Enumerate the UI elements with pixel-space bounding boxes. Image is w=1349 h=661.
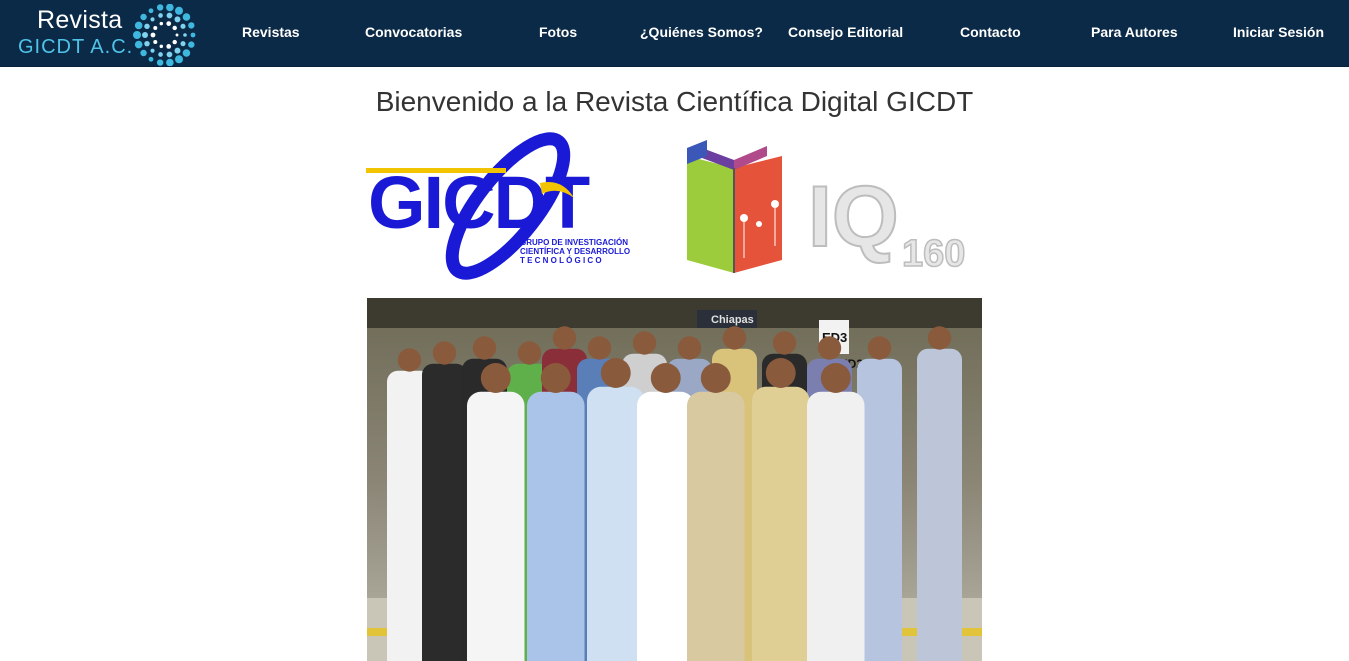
group-photo: Chiapas ED3 ED1 ED2 <box>367 298 982 661</box>
gicdt-logo-letters: GICDT <box>368 161 590 244</box>
iq160-logo: IQ 160 <box>807 168 966 276</box>
dotted-circle-logo-icon <box>133 4 196 66</box>
brand-line-1: Revista <box>37 6 123 34</box>
gicdt-tagline-2: CIENTÍFICA Y DESARROLLO <box>520 247 630 256</box>
nav-item-quienes-somos[interactable]: ¿Quiénes Somos? <box>640 24 763 40</box>
site-logo[interactable]: Revista GICDT A.C. <box>12 4 202 66</box>
gicdt-tagline-1: GRUPO DE INVESTIGACIÓN <box>520 238 628 247</box>
nav-item-consejo-editorial[interactable]: Consejo Editorial <box>788 24 903 40</box>
nav-item-convocatorias[interactable]: Convocatorias <box>365 24 462 40</box>
nav-item-para-autores[interactable]: Para Autores <box>1091 24 1178 40</box>
open-book-icon <box>687 140 782 273</box>
nav-item-contacto[interactable]: Contacto <box>960 24 1021 40</box>
nav-item-fotos[interactable]: Fotos <box>539 24 577 40</box>
top-navbar: Revista GICDT A.C. Revistas Convocatoria… <box>0 0 1349 67</box>
gicdt-logo: GICDT GRUPO DE INVESTIGACIÓN CIENTÍFICA … <box>366 132 630 280</box>
photo-sign-chiapas: Chiapas <box>711 314 754 326</box>
nav-item-revistas[interactable]: Revistas <box>242 24 300 40</box>
page-title: Bienvenido a la Revista Científica Digit… <box>375 86 974 117</box>
iq-logo-letters: IQ <box>808 169 899 265</box>
logo-banner: GICDT GRUPO DE INVESTIGACIÓN CIENTÍFICA … <box>366 132 966 280</box>
brand-line-2: GICDT A.C. <box>18 36 134 58</box>
gicdt-tagline-3: T E C N O L Ó G I C O <box>520 256 602 265</box>
iq-logo-number: 160 <box>902 233 965 275</box>
nav-item-iniciar-sesion[interactable]: Iniciar Sesión <box>1233 24 1324 40</box>
